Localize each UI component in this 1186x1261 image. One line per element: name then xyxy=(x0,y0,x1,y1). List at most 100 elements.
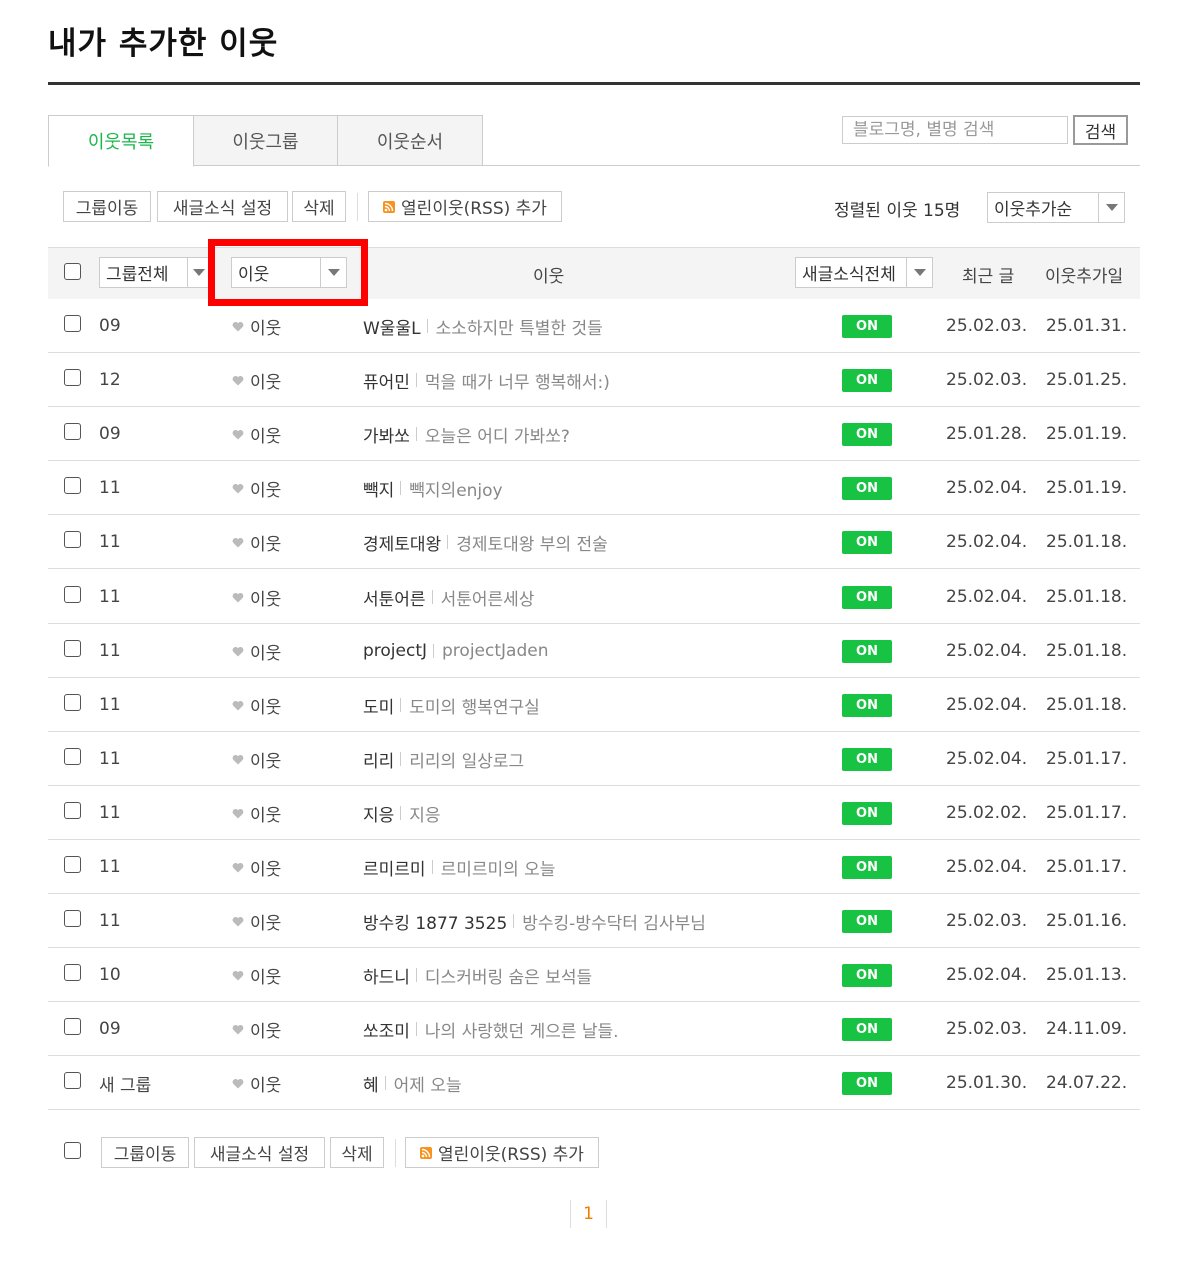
tab-neighbor-group[interactable]: 이웃그룹 xyxy=(193,115,338,166)
feed-on-toggle[interactable]: ON xyxy=(842,585,892,609)
feed-setting-button[interactable]: 새글소식 설정 xyxy=(157,191,288,222)
rss-add-label: 열린이웃(RSS) 추가 xyxy=(401,199,547,219)
row-checkbox[interactable] xyxy=(64,423,81,440)
row-checkbox[interactable] xyxy=(64,1018,81,1035)
row-neighbor[interactable]: 서툰어른 서툰어른세상 xyxy=(363,570,534,624)
row-neighbor[interactable]: 방수킹 1877 3525 방수킹-방수닥터 김사부님 xyxy=(363,894,706,948)
row-divider xyxy=(400,752,402,766)
row-checkbox[interactable] xyxy=(64,1072,81,1089)
row-neighbor[interactable]: 지응 지응 xyxy=(363,786,441,840)
row-blog-name[interactable]: 방수킹-방수닥터 김사부님 xyxy=(522,909,706,934)
row-blog-name[interactable]: 도미의 행복연구실 xyxy=(409,693,540,718)
row-blog-name[interactable]: 서툰어른세상 xyxy=(441,585,535,610)
group-filter-select[interactable]: 그룹전체 xyxy=(99,257,210,288)
row-blog-name[interactable]: 나의 사랑했던 게으른 날들. xyxy=(425,1017,619,1042)
row-checkbox[interactable] xyxy=(64,369,81,386)
row-checkbox[interactable] xyxy=(64,694,81,711)
heart-icon xyxy=(232,862,244,873)
row-blog-name[interactable]: 소소하지만 특별한 것들 xyxy=(436,314,603,339)
feed-on-toggle[interactable]: ON xyxy=(842,801,892,825)
row-blog-name[interactable]: 리리의 일상로그 xyxy=(409,747,524,772)
feed-on-toggle[interactable]: ON xyxy=(842,530,892,554)
row-neighbor[interactable]: 경제토대왕 경제토대왕 부의 전술 xyxy=(363,515,608,569)
row-checkbox[interactable] xyxy=(64,802,81,819)
row-neighbor[interactable]: W울울L 소소하지만 특별한 것들 xyxy=(363,299,603,353)
row-blog-name[interactable]: 디스커버링 숨은 보석들 xyxy=(425,963,592,988)
row-nickname[interactable]: 방수킹 1877 3525 xyxy=(363,909,507,934)
row-blog-name[interactable]: 지응 xyxy=(409,801,440,826)
feed-on-toggle[interactable]: ON xyxy=(842,747,892,771)
row-nickname[interactable]: 서툰어른 xyxy=(363,585,426,610)
feed-filter-select[interactable]: 새글소식전체 xyxy=(795,257,933,288)
row-type: 이웃 xyxy=(232,1002,281,1056)
row-blog-name[interactable]: 오늘은 어디 가봐쏘? xyxy=(425,422,570,447)
search-input[interactable] xyxy=(842,116,1068,144)
feed-on-toggle[interactable]: ON xyxy=(842,639,892,663)
feed-on-toggle[interactable]: ON xyxy=(842,693,892,717)
row-nickname[interactable]: W울울L xyxy=(363,314,421,339)
row-neighbor[interactable]: 리리 리리의 일상로그 xyxy=(363,732,524,786)
feed-on-toggle[interactable]: ON xyxy=(842,1071,892,1095)
sort-select[interactable]: 이웃추가순 xyxy=(987,192,1125,223)
group-move-button[interactable]: 그룹이동 xyxy=(63,191,151,222)
row-nickname[interactable]: 쏘조미 xyxy=(363,1017,410,1042)
rss-add-button[interactable]: 열린이웃(RSS) 추가 xyxy=(368,191,562,222)
feed-on-toggle[interactable]: ON xyxy=(842,422,892,446)
tab-neighbor-list[interactable]: 이웃목록 xyxy=(48,115,194,167)
row-nickname[interactable]: 경제토대왕 xyxy=(363,530,441,555)
row-checkbox[interactable] xyxy=(64,586,81,603)
tab-neighbor-order[interactable]: 이웃순서 xyxy=(337,115,483,166)
search-button[interactable]: 검색 xyxy=(1073,115,1128,145)
row-checkbox[interactable] xyxy=(64,477,81,494)
row-blog-name[interactable]: 빽지의enjoy xyxy=(409,476,502,501)
row-neighbor[interactable]: 퓨어민 먹을 때가 너무 행복해서:) xyxy=(363,353,610,407)
row-type: 이웃 xyxy=(232,732,281,786)
row-checkbox[interactable] xyxy=(64,856,81,873)
feed-on-toggle[interactable]: ON xyxy=(842,1017,892,1041)
row-group: 09 xyxy=(99,424,121,444)
row-nickname[interactable]: 가봐쏘 xyxy=(363,422,410,447)
bottom-delete-button[interactable]: 삭제 xyxy=(330,1137,384,1168)
row-checkbox[interactable] xyxy=(64,531,81,548)
bottom-feed-setting-button[interactable]: 새글소식 설정 xyxy=(194,1137,325,1168)
row-nickname[interactable]: 르미르미 xyxy=(363,855,426,880)
row-checkbox[interactable] xyxy=(64,910,81,927)
row-blog-name[interactable]: 르미르미의 오늘 xyxy=(441,855,556,880)
row-checkbox[interactable] xyxy=(64,964,81,981)
row-nickname[interactable]: 하드니 xyxy=(363,963,410,988)
feed-on-toggle[interactable]: ON xyxy=(842,476,892,500)
row-neighbor[interactable]: 혜 어제 오늘 xyxy=(363,1056,462,1110)
pagination-page-current[interactable]: 1 xyxy=(570,1200,607,1228)
select-all-checkbox[interactable] xyxy=(64,263,81,280)
row-neighbor[interactable]: 하드니 디스커버링 숨은 보석들 xyxy=(363,948,592,1002)
row-neighbor[interactable]: 쏘조미 나의 사랑했던 게으른 날들. xyxy=(363,1002,619,1056)
row-blog-name[interactable]: projectJaden xyxy=(442,641,548,661)
delete-button[interactable]: 삭제 xyxy=(292,191,346,222)
feed-on-toggle[interactable]: ON xyxy=(842,963,892,987)
bottom-select-all-checkbox[interactable] xyxy=(64,1142,81,1159)
row-nickname[interactable]: 리리 xyxy=(363,747,394,772)
row-blog-name[interactable]: 먹을 때가 너무 행복해서:) xyxy=(425,368,610,393)
row-nickname[interactable]: 지응 xyxy=(363,801,394,826)
row-neighbor[interactable]: 빽지 빽지의enjoy xyxy=(363,461,503,515)
row-nickname[interactable]: 빽지 xyxy=(363,476,394,501)
row-checkbox[interactable] xyxy=(64,315,81,332)
row-neighbor[interactable]: projectJ projectJaden xyxy=(363,624,548,678)
row-neighbor[interactable]: 가봐쏘 오늘은 어디 가봐쏘? xyxy=(363,407,570,461)
row-checkbox[interactable] xyxy=(64,748,81,765)
row-nickname[interactable]: projectJ xyxy=(363,641,427,661)
feed-on-toggle[interactable]: ON xyxy=(842,314,892,338)
row-blog-name[interactable]: 어제 오늘 xyxy=(394,1071,462,1096)
feed-on-toggle[interactable]: ON xyxy=(842,909,892,933)
row-blog-name[interactable]: 경제토대왕 부의 전술 xyxy=(456,530,608,555)
row-nickname[interactable]: 퓨어민 xyxy=(363,368,410,393)
bottom-group-move-button[interactable]: 그룹이동 xyxy=(101,1137,189,1168)
row-nickname[interactable]: 도미 xyxy=(363,693,394,718)
bottom-rss-add-button[interactable]: 열린이웃(RSS) 추가 xyxy=(405,1137,599,1168)
row-neighbor[interactable]: 르미르미 르미르미의 오늘 xyxy=(363,840,555,894)
feed-on-toggle[interactable]: ON xyxy=(842,368,892,392)
row-neighbor[interactable]: 도미 도미의 행복연구실 xyxy=(363,678,540,732)
feed-on-toggle[interactable]: ON xyxy=(842,855,892,879)
row-checkbox[interactable] xyxy=(64,640,81,657)
row-nickname[interactable]: 혜 xyxy=(363,1071,379,1096)
